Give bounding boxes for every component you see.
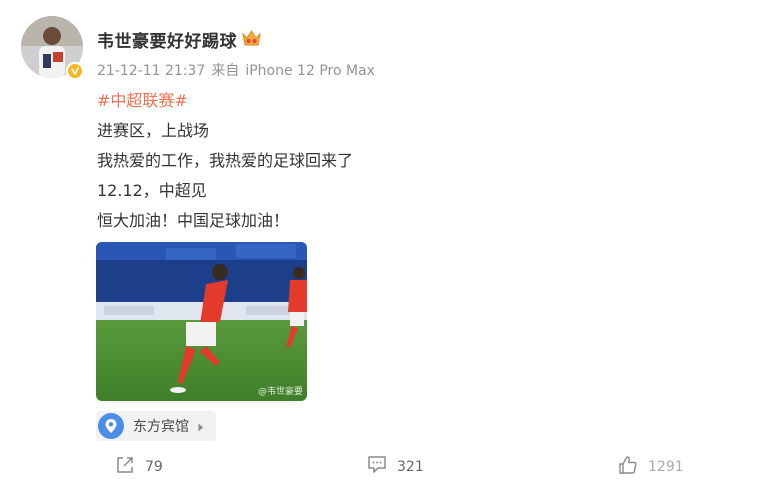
weibo-post: 韦世豪要好好踢球 21-12-11 21:37 来自 iPhone 12 Pro M… (0, 0, 776, 490)
share-icon (115, 455, 135, 479)
thumbs-up-icon (618, 455, 638, 479)
post-text-line: 12.12，中超见 (97, 181, 207, 200)
location-tag[interactable]: 东方宾馆 (96, 411, 216, 441)
comment-button[interactable]: 321 (367, 455, 424, 478)
post-meta: 21-12-11 21:37 来自 iPhone 12 Pro Max (97, 60, 381, 80)
post-text-line: 进赛区，上战场 (97, 121, 210, 140)
post-text-line: 我热爱的工作，我热爱的足球回来了 (97, 151, 354, 170)
location-pin-icon (98, 413, 124, 439)
hashtag-link[interactable]: #中超联赛# (97, 87, 188, 111)
username[interactable]: 韦世豪要好好踢球 (97, 27, 237, 52)
post-text-line: 恒大加油！中国足球加油！ (97, 211, 290, 230)
post-photo[interactable]: @韦世豪要 (96, 242, 307, 401)
like-count: 1291 (648, 459, 684, 475)
comment-icon (367, 455, 387, 478)
vip-crown-icon[interactable] (241, 29, 262, 48)
chevron-right-icon (198, 417, 204, 436)
share-count: 79 (145, 459, 163, 475)
source-prefix: 来自 (211, 63, 240, 79)
share-button[interactable]: 79 (115, 455, 163, 479)
verified-badge-icon (66, 62, 84, 80)
comment-count: 321 (397, 458, 424, 475)
photo-watermark: @韦世豪要 (257, 387, 303, 397)
location-label: 东方宾馆 (133, 419, 189, 435)
post-timestamp[interactable]: 21-12-11 21:37 (97, 63, 205, 79)
like-button[interactable]: 1291 (618, 455, 684, 479)
source-device: iPhone 12 Pro Max (245, 63, 375, 79)
